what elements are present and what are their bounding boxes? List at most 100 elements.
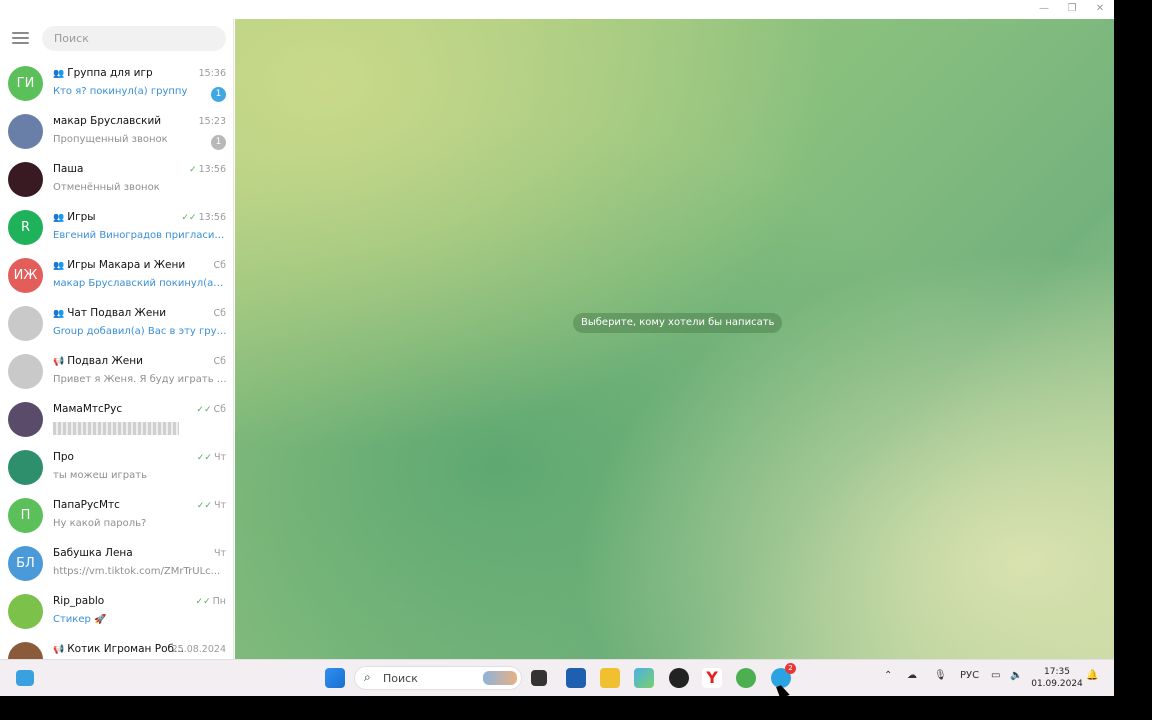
chat-time-text: 25.08.2024 [171,644,226,655]
chat-name-text: Чат Подвал Жени [67,307,167,319]
chat-time-text: Сб [213,260,227,271]
start-icon[interactable] [325,668,345,688]
chat-time: 25.08.2024 [172,644,226,655]
file-explorer-icon[interactable] [600,668,620,688]
chat-name-text: Игры Макара и Жени [67,259,186,271]
utorrent-icon[interactable] [736,668,756,688]
chat-name-text: Бабушка Лена [53,547,133,559]
chat-time-text: Чт [213,500,226,511]
chat-time: ✓✓ Чт [197,500,226,511]
chat-name-text: Rip_pablo [53,595,105,607]
chat-item[interactable]: 👥 Чат Подвал Жени Сб Group добавил(а) Вас в… [0,300,233,348]
channel-icon: 📢 [53,645,65,655]
store-icon[interactable] [566,668,586,688]
chat-time: ✓✓ Сб [196,404,226,415]
chat-time: ✓✓ 13:56 [182,212,226,223]
chat-time-text: 15:36 [198,68,226,79]
chat-time-text: 13:56 [198,164,226,175]
app-icon[interactable] [669,668,689,688]
chat-avatar [8,162,43,197]
chat-sidebar: ГИ👥Группа для игр15:36Кто я? покинул(а) … [0,19,234,659]
chat-time: Сб [214,260,227,271]
network-icon[interactable]: ▭ [991,670,1000,681]
read-check-icon: ✓ [189,165,197,175]
notification-bell-icon[interactable]: 🔔 [1086,670,1098,681]
maps-icon[interactable] [634,668,654,688]
widgets-icon[interactable] [16,670,34,686]
chat-name: Паша [53,163,193,175]
chat-item[interactable]: 📢 Котик Игроман Роб... 25.08.2024 [0,636,233,659]
read-check-icon: ✓✓ [196,453,212,463]
chat-preview [53,422,179,435]
chat-item[interactable]: БЛ Бабушка Лена Чт https://vm.tiktok.com/ZM… [0,540,233,588]
chat-name-text: Группа для игр [67,67,153,79]
chat-name: МамаМтсРус [53,403,193,415]
restore-icon[interactable]: ❐ [1065,3,1079,15]
chat-item[interactable]: П ПапаРусМтс ✓✓ Чт Ну какой пароль? [0,492,233,540]
yandex-browser-icon[interactable]: Y [702,668,722,688]
minimize-icon[interactable]: — [1037,3,1051,15]
chat-time: ✓ 13:56 [189,164,226,175]
microphone-icon[interactable]: 🎙 [934,670,947,681]
chat-name: 👥 Игры Макара и Жени [53,259,193,271]
chat-item[interactable]: Про ✓✓ Чт ты можеш играть [0,444,233,492]
chat-name-text: Подвал Жени [67,355,143,367]
chat-item[interactable]: 📢 Подвал Жени Сб Привет я Женя. Я буду игра… [0,348,233,396]
chat-item[interactable]: МамаМтсРус ✓✓ Сб [0,396,233,444]
read-check-icon: ✓✓ [181,213,197,223]
chat-preview: Евгений Виноградов пригласил(а) ... [53,230,227,241]
chat-avatar [8,402,43,437]
chat-preview: ты можеш играть [53,470,147,481]
chat-name: Бабушка Лена [53,547,193,559]
chat-avatar [8,642,43,659]
chat-preview: Ну какой пароль? [53,518,147,529]
chat-name: ПапаРусМтс [53,499,193,511]
read-check-icon: ✓✓ [195,597,211,607]
chat-time: Сб [214,356,227,367]
chat-name: 👥 Чат Подвал Жени [53,307,193,319]
chat-name: макар Бруславский [53,115,193,127]
chat-time-text: Сб [213,356,227,367]
chat-name: Rip_pablo [53,595,193,607]
clock[interactable]: 17:35 01.09.2024 [1030,666,1084,690]
chat-avatar [8,354,43,389]
chat-time-text: Чт [213,452,226,463]
chevron-up-icon[interactable]: ⌃ [884,670,892,681]
close-icon[interactable]: ✕ [1093,3,1107,15]
chat-time: ✓✓ Чт [197,452,226,463]
chat-name: 📢 Подвал Жени [53,355,193,367]
chat-time-text: 13:56 [198,212,226,223]
chat-item[interactable]: R 👥 Игры ✓✓ 13:56 Евгений Виноградов пригласи… [0,204,233,252]
chat-time-text: Пн [212,596,226,607]
hamburger-menu-icon[interactable] [12,32,29,46]
chat-time: 15:36 [199,68,226,79]
telegram-badge: 2 [785,663,796,674]
group-icon: 👥 [53,69,65,79]
search-highlight-icon [483,671,517,685]
taskbar: ⌕ Поиск Y 2 ⌃ ☁ 🎙 РУС ▭ 🔈 17:35 01.09.20… [0,659,1114,696]
clock-date: 01.09.2024 [1031,679,1083,689]
chat-name-text: Паша [53,163,84,175]
chat-item[interactable]: Паша ✓ 13:56 Отменённый звонок [0,156,233,204]
language-indicator[interactable]: РУС [960,670,979,681]
chat-preview: https://vm.tiktok.com/ZMrTrULc... [53,566,221,577]
group-icon: 👥 [53,309,65,319]
chat-preview: Кто я? покинул(а) группу [53,86,188,97]
chat-avatar: БЛ [8,546,43,581]
search-input[interactable] [42,26,226,51]
group-icon: 👥 [53,213,65,223]
volume-icon[interactable]: 🔈 [1010,670,1022,681]
chat-item[interactable]: ГИ 👥 Группа для игр 15:36 Кто я? покинул(а) … [0,60,233,108]
chat-time: ✓✓ Пн [196,596,226,607]
taskbar-search[interactable]: ⌕ Поиск [354,666,522,690]
chat-item[interactable]: Rip_pablo ✓✓ Пн Стикер 🚀 [0,588,233,636]
chat-item[interactable]: ИЖ 👥 Игры Макара и Жени Сб макар Бруславский… [0,252,233,300]
chat-item[interactable]: макар Бруславский 15:23 Пропущенный звонок… [0,108,233,156]
taskbar-search-label: Поиск [383,672,418,685]
chat-avatar: ИЖ [8,258,43,293]
clock-time: 17:35 [1044,667,1070,677]
task-view-icon[interactable] [531,670,547,686]
chat-name-text: макар Бруславский [53,115,162,127]
cloud-icon[interactable]: ☁ [907,670,917,681]
chat-time-text: Сб [213,308,227,319]
